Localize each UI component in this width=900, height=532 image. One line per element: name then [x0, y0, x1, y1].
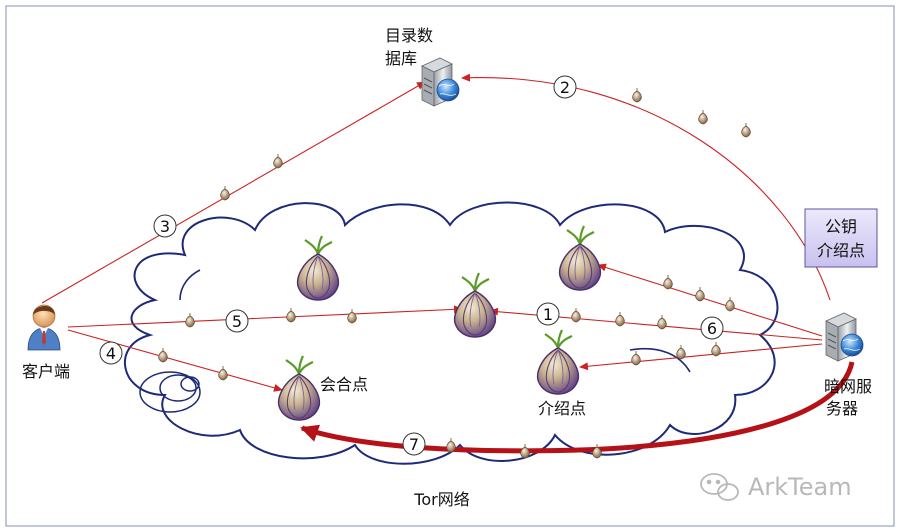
svg-text:3: 3: [160, 217, 170, 236]
hidden-service-label-line2: 务器: [826, 399, 858, 418]
onion-relay-top-left: [296, 234, 340, 302]
onion-relay-center: [453, 271, 497, 339]
intro-point-label: 介绍点: [538, 399, 586, 418]
arrow-step-4: [67, 329, 283, 392]
step-badge-3: 3: [153, 214, 177, 238]
hidden-service-label-line1: 暗网服: [824, 377, 872, 396]
step-badge-6: 6: [700, 316, 724, 340]
tor-hidden-service-diagram: 公钥 介绍点 目录数 据库 客户端 暗网服 务器 会合点 介绍点 Tor网络 1…: [5, 5, 895, 527]
arrow-step-3: [41, 81, 426, 304]
directory-label-line2: 据库: [385, 49, 417, 68]
step-badge-4: 4: [99, 341, 123, 365]
wechat-icon: [700, 473, 739, 501]
arrow-step-2: [461, 73, 831, 301]
watermark: ArkTeam: [700, 473, 852, 501]
svg-text:6: 6: [707, 319, 717, 338]
step-badge-7: 7: [402, 432, 426, 456]
directory-server-icon: [421, 57, 460, 107]
pubkey-box-line1: 公钥: [825, 217, 857, 236]
svg-text:5: 5: [232, 312, 242, 331]
relay-markers: [158, 87, 751, 459]
pubkey-box-line2: 介绍点: [817, 241, 865, 260]
client-label: 客户端: [22, 362, 70, 381]
onion-rendezvous: [277, 354, 321, 422]
onion-intro-point: [536, 328, 580, 396]
watermark-text: ArkTeam: [748, 473, 852, 501]
arrow-intro-bottom: [579, 343, 823, 371]
step-badge-5: 5: [225, 309, 249, 333]
arrow-step-5: [67, 305, 463, 328]
hidden-service-server-icon: [825, 312, 864, 362]
public-key-intro-box: 公钥 介绍点: [804, 208, 878, 268]
onion-relay-top-right: [558, 224, 602, 292]
step-badge-2: 2: [553, 75, 577, 99]
tor-network-cloud: [123, 201, 779, 465]
svg-text:1: 1: [543, 305, 553, 324]
svg-text:7: 7: [409, 435, 419, 454]
step-badge-1: 1: [536, 302, 560, 326]
tor-network-label: Tor网络: [413, 490, 469, 509]
rendezvous-label: 会合点: [320, 375, 368, 394]
svg-text:2: 2: [560, 78, 570, 97]
client-person-icon: [27, 304, 61, 351]
svg-text:4: 4: [106, 344, 116, 363]
directory-label-line1: 目录数: [385, 26, 433, 45]
